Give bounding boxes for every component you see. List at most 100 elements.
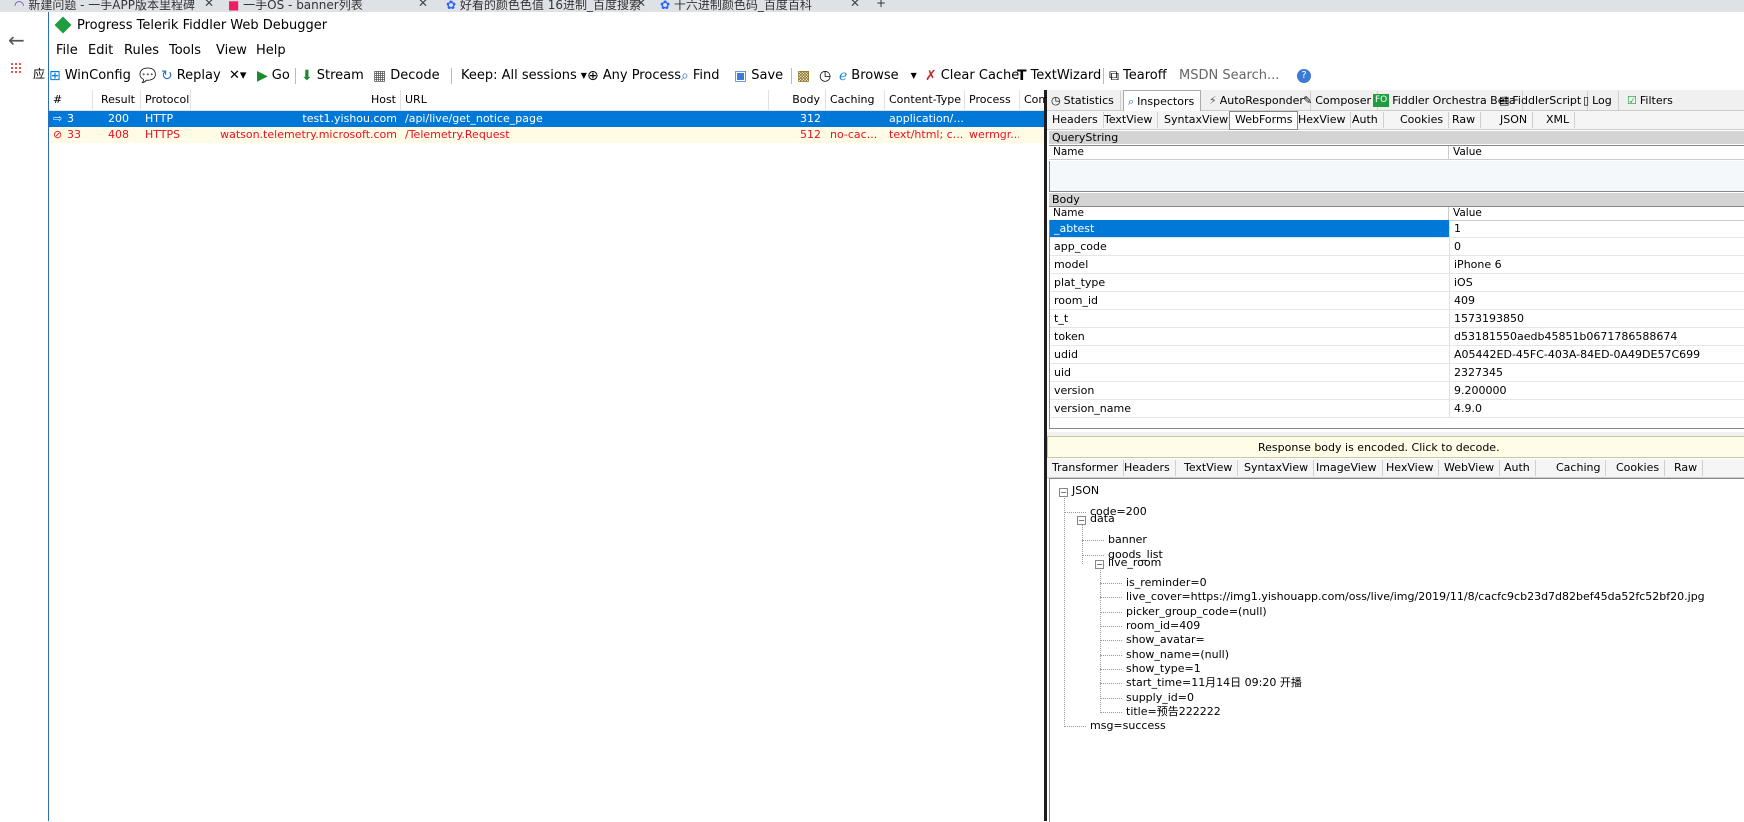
close-tab-icon[interactable]: ✕ (204, 0, 214, 10)
go-button[interactable]: ▶ Go (257, 66, 290, 86)
tree-node[interactable]: msg=success (1090, 719, 1166, 733)
col-result[interactable]: Result (93, 90, 141, 110)
col-body[interactable]: Body (769, 90, 826, 110)
session-row[interactable]: ⊘ 33 408 HTTPS watson.telemetry.microsof… (49, 127, 1044, 143)
textwizard-button[interactable]: T TextWizard (1017, 66, 1101, 86)
tree-node[interactable]: title=预告222222 (1126, 705, 1221, 719)
collapse-toggle-icon[interactable]: − (1077, 516, 1086, 525)
tree-node[interactable]: is_reminder=0 (1126, 576, 1207, 590)
menu-file[interactable]: File (56, 43, 78, 58)
resp-tab-raw[interactable]: Raw (1669, 460, 1704, 476)
stream-button[interactable]: ⬇ Stream (301, 66, 364, 86)
menu-view[interactable]: View (216, 43, 247, 58)
tree-node-live-room[interactable]: live_room (1108, 556, 1161, 570)
body-row[interactable]: version 9.200000 (1050, 382, 1744, 400)
remove-sessions-button[interactable]: ✕▾ (229, 66, 246, 86)
decode-button[interactable]: ▦ Decode (373, 66, 440, 86)
tab-statistics[interactable]: ◷ Statistics (1047, 91, 1121, 110)
tearoff-button[interactable]: ⧉ Tearoff (1109, 66, 1167, 86)
resp-tab-transformer[interactable]: Transformer (1047, 460, 1125, 476)
comment-button[interactable]: 💬 (139, 66, 156, 86)
back-arrow-icon[interactable]: ← (8, 28, 25, 52)
session-row[interactable]: ⇨ 3 200 HTTP test1.yishou.com /api/live/… (49, 111, 1044, 127)
req-tab-raw[interactable]: Raw (1447, 112, 1482, 128)
clear-cache-button[interactable]: ✗ Clear Cache (925, 66, 1019, 86)
tree-node[interactable]: show_name=(null) (1126, 648, 1229, 662)
body-row[interactable]: udid A05442ED-45FC-403A-84ED-0A49DE57C699 (1050, 346, 1744, 364)
menu-help[interactable]: Help (256, 43, 286, 58)
body-row[interactable]: version_name 4.9.0 (1050, 400, 1744, 418)
keep-sessions-dropdown[interactable]: Keep: All sessions ▼ (461, 66, 587, 86)
tree-node[interactable]: supply_id=0 (1126, 691, 1194, 705)
tree-node[interactable]: show_type=1 (1126, 662, 1201, 676)
collapse-toggle-icon[interactable]: − (1059, 488, 1068, 497)
body-row[interactable]: app_code 0 (1050, 238, 1744, 256)
resp-tab-webview[interactable]: WebView (1439, 460, 1501, 476)
req-tab-cookies[interactable]: Cookies (1395, 112, 1450, 128)
browser-tab[interactable]: ✿ 十六进制颜色码_百度百科 ✕ (660, 0, 860, 12)
col-caching[interactable]: Caching (826, 90, 885, 110)
req-tab-xml[interactable]: XML (1541, 112, 1576, 128)
apps-label[interactable]: 应 (33, 65, 45, 82)
msdn-search-input[interactable]: MSDN Search... (1179, 66, 1279, 86)
tab-autoresponder[interactable]: ⚡ AutoResponder (1205, 91, 1311, 110)
body-row[interactable]: uid 2327345 (1050, 364, 1744, 382)
new-tab-button[interactable]: + (876, 0, 896, 12)
req-tab-webforms[interactable]: WebForms (1229, 111, 1299, 130)
tab-inspectors[interactable]: ⌕ Inspectors (1123, 90, 1202, 111)
tree-node-json[interactable]: JSON (1072, 484, 1099, 498)
close-tab-icon[interactable]: ✕ (418, 0, 428, 10)
any-process-button[interactable]: ⊕ Any Process (587, 66, 681, 86)
body-row[interactable]: model iPhone 6 (1050, 256, 1744, 274)
req-tab-json[interactable]: JSON (1495, 112, 1534, 128)
resp-tab-headers[interactable]: Headers (1119, 460, 1176, 476)
browse-button[interactable]: ℯ Browse ▼ (839, 66, 917, 86)
resp-tab-imageview[interactable]: ImageView (1311, 460, 1383, 476)
resp-tab-textview[interactable]: TextView (1179, 460, 1239, 476)
browser-tab[interactable]: ◠ 新建问题 - 一手APP版本里程碑 ✕ (14, 0, 214, 12)
body-row[interactable]: room_id 409 (1050, 292, 1744, 310)
replay-button[interactable]: ↻ Replay (161, 66, 221, 86)
col-num[interactable]: # (49, 90, 93, 110)
decode-notice-bar[interactable]: Response body is encoded. Click to decod… (1047, 436, 1744, 458)
resp-tab-hexview[interactable]: HexView (1381, 460, 1440, 476)
resp-tab-cookies[interactable]: Cookies (1611, 460, 1666, 476)
col-protocol[interactable]: Protocol (141, 90, 191, 110)
menu-edit[interactable]: Edit (88, 43, 113, 58)
apps-grid-icon[interactable] (10, 62, 22, 74)
tree-node-data[interactable]: data (1090, 512, 1115, 526)
tree-node[interactable]: room_id=409 (1126, 619, 1200, 633)
menu-tools[interactable]: Tools (169, 43, 201, 58)
tab-fiddlerscript[interactable]: ▤ FiddlerScript (1495, 91, 1589, 110)
req-tab-auth[interactable]: Auth (1347, 112, 1384, 128)
browser-tab[interactable]: ✿ 好看的颜色色值 16进制_百度搜索 ✕ (446, 0, 646, 12)
tab-filters[interactable]: ☑ Filters (1623, 91, 1679, 110)
close-tab-icon[interactable]: ✕ (636, 0, 646, 10)
resp-tab-syntaxview[interactable]: SyntaxView (1239, 460, 1315, 476)
tree-node[interactable]: show_avatar= (1126, 633, 1205, 647)
tree-node[interactable]: start_time=11月14日 09:20 开播 (1126, 676, 1302, 690)
col-content-type[interactable]: Content-Type (885, 90, 965, 110)
body-row[interactable]: plat_type iOS (1050, 274, 1744, 292)
tab-log[interactable]: ▯ Log (1579, 91, 1619, 110)
resp-tab-caching[interactable]: Caching (1551, 460, 1607, 476)
menu-rules[interactable]: Rules (124, 43, 159, 58)
col-process[interactable]: Process (965, 90, 1020, 110)
body-row[interactable]: _abtest 1 (1050, 220, 1744, 238)
collapse-toggle-icon[interactable]: − (1095, 560, 1104, 569)
req-tab-syntaxview[interactable]: SyntaxView (1159, 112, 1235, 128)
tree-node[interactable]: picker_group_code=(null) (1126, 605, 1267, 619)
req-tab-textview[interactable]: TextView (1099, 112, 1159, 128)
resp-tab-auth[interactable]: Auth (1499, 460, 1536, 476)
help-button[interactable]: ? (1297, 66, 1311, 86)
browser-tab[interactable]: ■ 一手OS - banner列表 ✕ (228, 0, 428, 12)
body-row[interactable]: t_t 1573193850 (1050, 310, 1744, 328)
tab-composer[interactable]: ✎ Composer (1299, 91, 1379, 110)
screenshot-button[interactable]: ▩ (797, 66, 810, 86)
col-url[interactable]: URL (401, 90, 769, 110)
tree-node[interactable]: live_cover=https://img1.yishouapp.com/os… (1126, 590, 1705, 604)
querystring-grid[interactable] (1049, 161, 1744, 192)
find-button[interactable]: ⌕ Find (681, 66, 719, 86)
req-tab-headers[interactable]: Headers (1047, 112, 1104, 128)
winconfig-button[interactable]: ⊞ WinConfig (49, 66, 131, 86)
